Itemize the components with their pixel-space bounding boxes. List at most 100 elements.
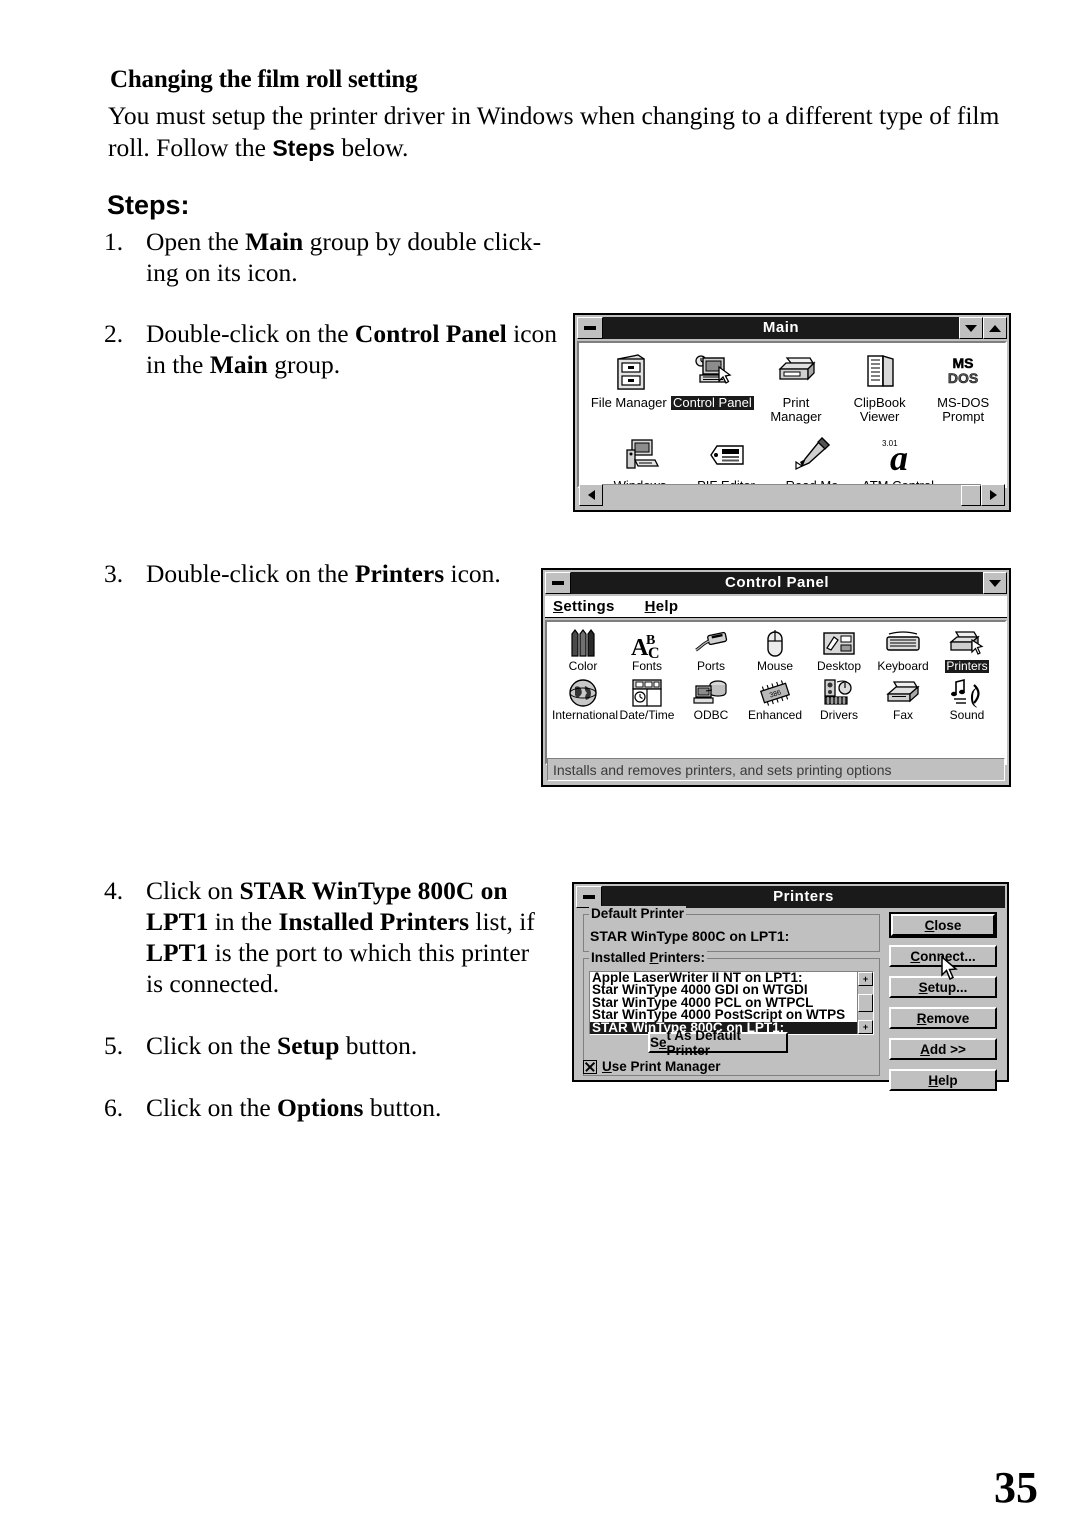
main-icon-row-2: Windows Setup PIF Editor xyxy=(579,424,1005,486)
sound-icon: ( xyxy=(935,675,999,709)
chip-icon: 386 xyxy=(743,675,807,709)
listbox-vertical-scrollbar[interactable]: + + xyxy=(857,972,873,1034)
main-window-title: Main xyxy=(762,319,800,336)
atm-a-icon: 3.01 a xyxy=(855,432,941,476)
control-panel-icon xyxy=(671,349,755,393)
text-run: group. xyxy=(267,350,341,379)
scroll-left-icon[interactable] xyxy=(579,484,603,506)
program-icon-clipbook-viewer[interactable]: ClipBook Viewer xyxy=(838,349,922,424)
cp-icon-label: Date/Time xyxy=(619,708,675,722)
cp-icon-fonts[interactable]: A B C Fonts xyxy=(615,626,679,673)
cp-icon-odbc[interactable]: ODBC xyxy=(679,675,743,722)
system-menu-icon[interactable] xyxy=(545,572,571,594)
cp-icon-date-time[interactable]: Date/Time xyxy=(615,675,679,722)
control-panel-menubar: Settings Help xyxy=(545,596,1007,618)
text-run: button. xyxy=(339,1031,418,1060)
use-print-manager-checkbox[interactable] xyxy=(583,1059,597,1074)
add-button[interactable]: Add >> xyxy=(889,1038,997,1060)
control-panel-client: Color A B C Fonts Ports Mouse Desktop Ke… xyxy=(545,620,1007,765)
program-icon-control-panel[interactable]: Control Panel xyxy=(671,349,755,424)
cp-icon-printers[interactable]: Printers xyxy=(935,626,999,673)
program-icon-read-me[interactable]: Read Me xyxy=(769,432,855,486)
vscroll-track[interactable] xyxy=(858,986,873,1020)
installed-printers-listbox[interactable]: Apple LaserWriter II NT on LPT1: Star Wi… xyxy=(589,971,874,1035)
horizontal-scrollbar[interactable] xyxy=(579,484,1005,506)
page-title: Changing the film roll setting xyxy=(110,66,418,93)
remove-button[interactable]: Remove xyxy=(889,1007,997,1029)
emphasis-run: LPT1 xyxy=(146,938,209,967)
program-icon-file-manager[interactable]: File Manager xyxy=(587,349,671,424)
emphasis-run: Options xyxy=(277,1093,364,1122)
cp-icon-drivers[interactable]: Drivers xyxy=(807,675,871,722)
text-run: Click on the xyxy=(146,1093,278,1122)
printers-dialog-title: Printers xyxy=(773,888,834,905)
program-icon-atm-control-panel[interactable]: 3.01 a ATM Control Panel xyxy=(855,432,941,486)
vscroll-thumb[interactable] xyxy=(858,994,873,1012)
cp-icon-label: Keyboard xyxy=(877,659,929,673)
step-number: 5. xyxy=(104,1031,124,1060)
text-run: in the xyxy=(208,907,279,936)
cp-icon-sound[interactable]: ( Sound xyxy=(935,675,999,722)
cp-icon-mouse[interactable]: Mouse xyxy=(743,626,807,673)
step-item: 1. Open the Main group by double click-i… xyxy=(104,226,554,288)
connect-button[interactable]: Connect... xyxy=(889,945,997,967)
help-button[interactable]: Help xyxy=(889,1069,997,1091)
step-text: Double-click on the Printers icon. xyxy=(146,558,554,589)
cp-icon-desktop[interactable]: Desktop xyxy=(807,626,871,673)
pif-editor-icon xyxy=(683,432,769,476)
keyboard-icon xyxy=(871,626,935,660)
readme-pen-icon xyxy=(769,432,855,476)
step-text: Double-click on the Control Panel icon i… xyxy=(146,318,559,380)
menu-help[interactable]: Help xyxy=(645,598,679,615)
program-icon-msdos-prompt[interactable]: MS DOS MS-DOS Prompt xyxy=(921,349,1005,424)
intro-line-2-pre: roll. Follow the xyxy=(108,133,273,162)
date-time-icon xyxy=(615,675,679,709)
scroll-down-icon[interactable]: + xyxy=(858,1020,873,1034)
emphasis-run: Installed Printers xyxy=(278,907,469,936)
cp-icon-enhanced[interactable]: 386 Enhanced xyxy=(743,675,807,722)
minimize-icon[interactable] xyxy=(959,317,983,339)
text-run: group by double click- xyxy=(303,227,542,256)
cp-icon-ports[interactable]: Ports xyxy=(679,626,743,673)
windows-setup-icon xyxy=(597,432,683,476)
cp-icon-label: International xyxy=(552,708,619,722)
printers-dialog: Printers Default Printer STAR WinType 80… xyxy=(572,882,1009,1091)
cp-icon-color[interactable]: Color xyxy=(551,626,615,673)
program-icon-windows-setup[interactable]: Windows Setup xyxy=(597,432,683,486)
cp-icon-international[interactable]: International xyxy=(551,675,618,722)
default-printer-group: Default Printer STAR WinType 800C on LPT… xyxy=(583,906,880,952)
menu-settings[interactable]: Settings xyxy=(553,598,615,615)
maximize-icon[interactable] xyxy=(983,317,1007,339)
scrollbar-track[interactable] xyxy=(603,484,981,506)
use-print-manager-row[interactable]: Use Print Manager xyxy=(583,1059,721,1074)
system-menu-icon[interactable] xyxy=(577,317,603,339)
set-default-post: t As Default Printer xyxy=(666,1027,742,1058)
scroll-up-icon[interactable]: + xyxy=(858,972,873,986)
setup-label: etup... xyxy=(927,979,968,995)
control-panel-window-title: Control Panel xyxy=(724,574,829,591)
cp-icon-label: Desktop xyxy=(816,659,862,673)
cp-icon-fax[interactable]: Fax xyxy=(871,675,935,722)
set-as-default-printer-button[interactable]: Set As Default Printer xyxy=(648,1028,788,1058)
crayons-icon xyxy=(551,626,615,660)
step-item: 6. Click on the Options button. xyxy=(104,1092,544,1123)
system-menu-icon[interactable] xyxy=(576,886,602,908)
program-icon-pif-editor[interactable]: PIF Editor xyxy=(683,432,769,486)
close-button[interactable]: Close xyxy=(891,914,995,936)
mouse-icon xyxy=(743,626,807,660)
cp-icon-keyboard[interactable]: Keyboard xyxy=(871,626,935,673)
connect-label: onnect... xyxy=(920,948,976,964)
emphasis-run: Control Panel xyxy=(354,319,507,348)
main-program-group-window: Main File Manager Control Panel Print Ma… xyxy=(573,313,1011,512)
printers-dialog-body: Default Printer STAR WinType 800C on LPT… xyxy=(576,906,1005,1091)
svg-text:C: C xyxy=(648,645,660,660)
step-item: 5. Click on the Setup button. xyxy=(104,1030,544,1061)
menu-settings-accel: S xyxy=(553,598,564,615)
scroll-right-icon[interactable] xyxy=(981,484,1005,506)
scrollbar-thumb[interactable] xyxy=(961,485,981,506)
setup-button[interactable]: Setup... xyxy=(889,976,997,998)
page-number: 35 xyxy=(994,1463,1038,1512)
program-icon-print-manager[interactable]: Print Manager xyxy=(754,349,838,424)
minimize-icon[interactable] xyxy=(983,572,1007,594)
cp-icon-label: Drivers xyxy=(820,708,858,722)
